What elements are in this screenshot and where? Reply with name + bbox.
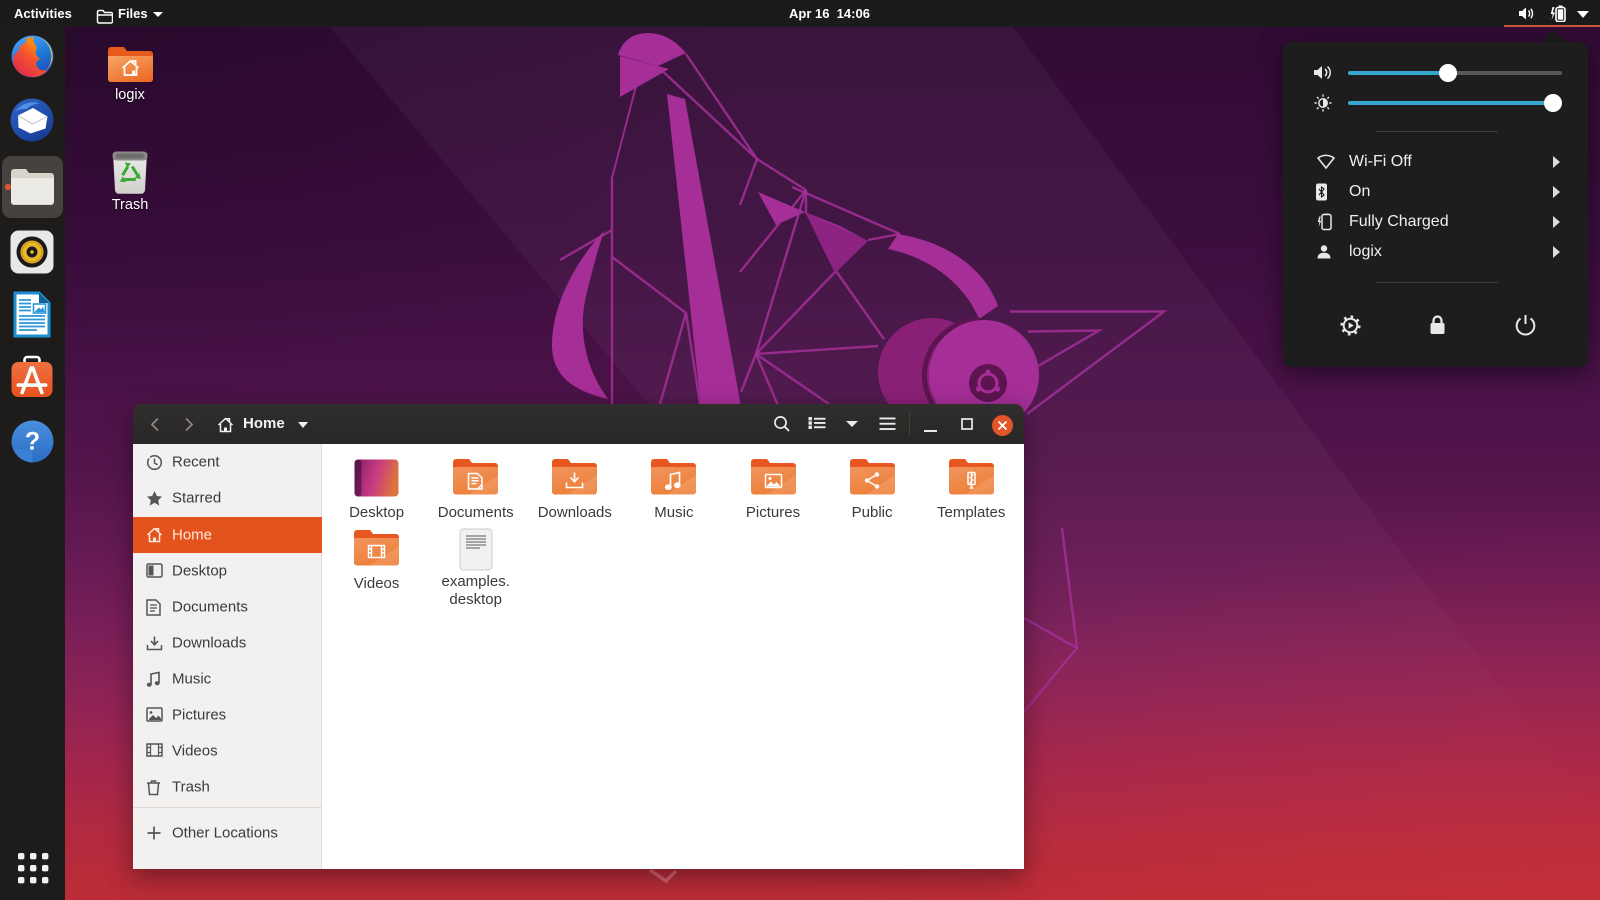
svg-text:?: ? — [24, 428, 39, 456]
